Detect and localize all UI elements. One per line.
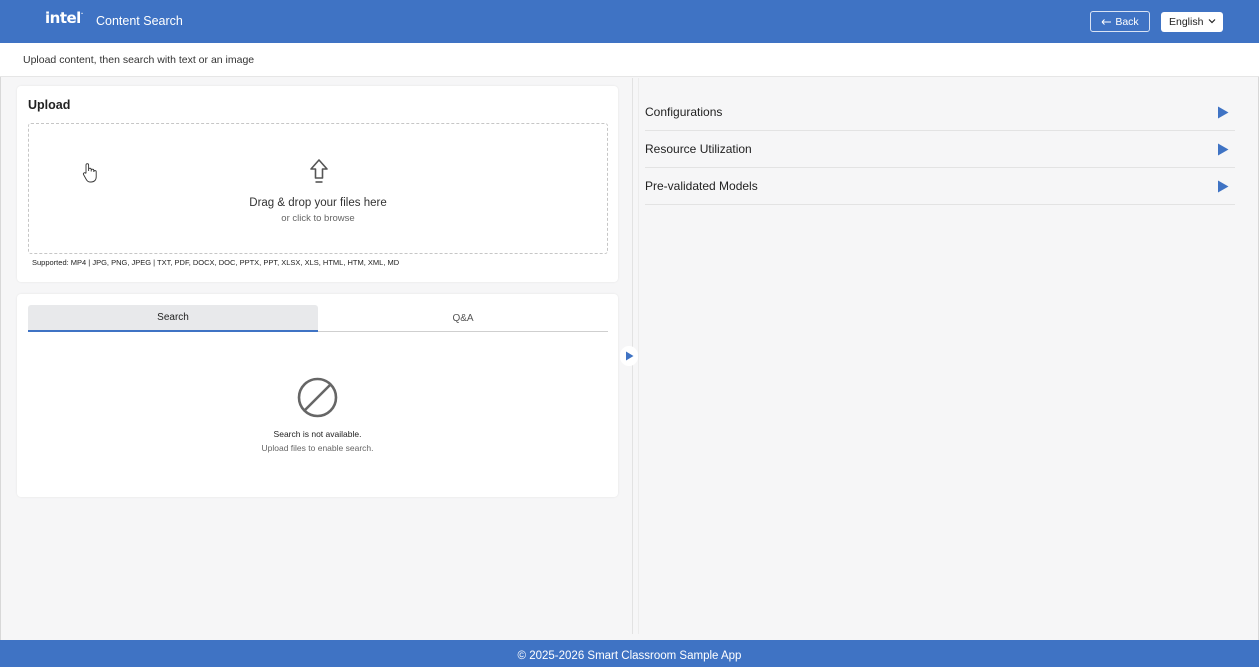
supported-formats: Supported: MP4 | JPG, PNG, JPEG | TXT, P… (32, 258, 400, 267)
panel-divider-inner (638, 78, 639, 634)
play-arrow-icon (1218, 143, 1229, 156)
upload-card: Upload Drag & drop your files here or cl… (17, 86, 618, 282)
chevron-down-icon (1208, 19, 1216, 24)
intel-logo: intel. (45, 9, 83, 27)
play-arrow-icon (1218, 180, 1229, 193)
subheader: Upload content, then search with text or… (0, 43, 1259, 77)
accordion-label: Pre-validated Models (645, 179, 758, 193)
accordion-resource-utilization[interactable]: Resource Utilization (645, 131, 1235, 168)
play-arrow-icon (625, 351, 633, 361)
dropzone-title: Drag & drop your files here (249, 197, 387, 209)
panel-collapse-toggle[interactable] (620, 346, 638, 366)
accordion-label: Configurations (645, 105, 723, 119)
upload-title: Upload (28, 98, 71, 112)
top-bar: intel. Content Search Back English (0, 0, 1259, 43)
back-button-label: Back (1115, 15, 1139, 28)
accordion-label: Resource Utilization (645, 142, 752, 156)
pointer-hand-icon (82, 163, 97, 183)
accordion-pre-validated-models[interactable]: Pre-validated Models (645, 168, 1235, 205)
tab-search[interactable]: Search (28, 305, 318, 332)
no-entry-icon (297, 377, 338, 418)
search-tabs: Search Q&A (28, 305, 608, 332)
language-select[interactable]: English (1161, 12, 1223, 32)
language-select-value: English (1169, 16, 1204, 28)
footer-text: © 2025-2026 Smart Classroom Sample App (517, 650, 742, 662)
search-card: Search Q&A Search is not available. Uplo… (17, 294, 618, 497)
search-unavailable-title: Search is not available. (273, 429, 362, 439)
play-arrow-icon (1218, 106, 1229, 119)
search-unavailable-subtitle: Upload files to enable search. (261, 443, 374, 453)
tab-qa[interactable]: Q&A (318, 305, 608, 331)
upload-arrow-icon (310, 159, 328, 183)
app-title: Content Search (96, 14, 183, 28)
footer: © 2025-2026 Smart Classroom Sample App (0, 640, 1259, 667)
back-arrow-icon (1101, 18, 1112, 25)
accordion-configurations[interactable]: Configurations (645, 94, 1235, 131)
back-button[interactable]: Back (1090, 11, 1150, 32)
subheader-text: Upload content, then search with text or… (23, 54, 255, 66)
dropzone-subtitle: or click to browse (281, 213, 355, 224)
upload-dropzone[interactable]: Drag & drop your files here or click to … (28, 123, 608, 254)
